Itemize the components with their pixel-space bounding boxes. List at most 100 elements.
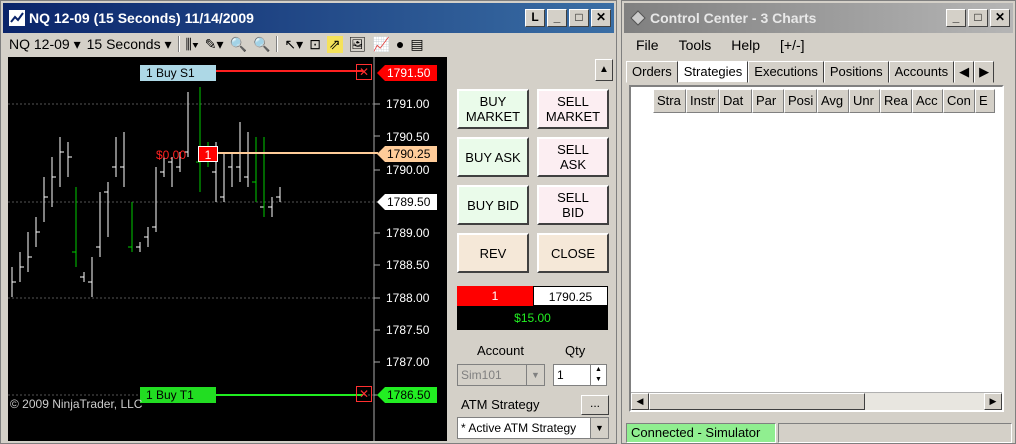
buy-bid-button[interactable]: BUY BID bbox=[457, 185, 529, 225]
link-button[interactable]: L bbox=[525, 9, 545, 27]
price-axis-label: 1790.50 bbox=[386, 130, 430, 144]
minimize-button[interactable]: _ bbox=[547, 9, 567, 27]
price-axis-label: 1789.00 bbox=[386, 226, 430, 240]
sell-ask-button[interactable]: SELL ASK bbox=[537, 137, 609, 177]
atm-strategy-label: ATM Strategy bbox=[461, 397, 540, 412]
position-qty-cell: 1 bbox=[457, 286, 533, 306]
atm-more-button[interactable]: ... bbox=[581, 395, 609, 415]
connection-status: Connected - Simulator bbox=[626, 423, 776, 443]
toolbar-separator bbox=[276, 36, 279, 52]
status-bar-panel bbox=[778, 423, 1012, 443]
qty-label: Qty bbox=[565, 343, 586, 358]
target-price-label: 1786.50 bbox=[377, 387, 437, 403]
draw-tool-icon[interactable]: ✎▾ bbox=[205, 36, 224, 53]
price-axis-label: 1791.00 bbox=[386, 97, 430, 111]
tab-scroll-right-icon[interactable]: ▶ bbox=[974, 61, 995, 83]
account-label: Account bbox=[477, 343, 524, 358]
close-button[interactable]: ✕ bbox=[591, 9, 611, 27]
stop-price-label: 1791.50 bbox=[377, 65, 437, 81]
menu-help[interactable]: Help bbox=[721, 35, 770, 55]
horizontal-scrollbar[interactable]: ◀ ▶ bbox=[631, 392, 1002, 410]
strategies-grid[interactable]: Stra Instr Dat Par Posi Avg Unr Rea Acc … bbox=[629, 85, 1004, 412]
position-price-label: 1790.25 bbox=[377, 146, 437, 162]
zoom-out-icon[interactable]: 🔍 bbox=[253, 36, 270, 53]
account-select[interactable]: Sim101 ▼ bbox=[457, 364, 545, 386]
col-header[interactable]: Acc bbox=[912, 89, 943, 113]
col-header[interactable]: E bbox=[975, 89, 995, 113]
position-pnl: $0.00 bbox=[156, 148, 187, 162]
minimize-button[interactable]: _ bbox=[946, 9, 966, 27]
chart-trader-icon[interactable]: ⇗ bbox=[326, 35, 343, 53]
scroll-right-icon[interactable]: ▶ bbox=[984, 393, 1002, 410]
price-bars bbox=[8, 57, 380, 441]
price-axis-label: 1788.00 bbox=[386, 291, 430, 305]
qty-spin-icon[interactable]: ▲ ▼ bbox=[590, 365, 606, 385]
period-selector[interactable]: 15 Seconds ▾ bbox=[87, 36, 172, 53]
buy-market-button[interactable]: BUY MARKET bbox=[457, 89, 529, 129]
col-header[interactable]: Rea bbox=[880, 89, 912, 113]
chart-trader-panel: ▲ BUY MARKET SELL MARKET BUY ASK SELL AS… bbox=[449, 57, 616, 441]
col-header[interactable]: Unr bbox=[849, 89, 880, 113]
zoom-in-icon[interactable]: 🔍 bbox=[230, 36, 247, 53]
col-header[interactable]: Instr bbox=[686, 89, 719, 113]
account-dropdown-icon[interactable]: ▼ bbox=[526, 365, 544, 385]
col-header[interactable]: Con bbox=[943, 89, 975, 113]
close-button[interactable]: ✕ bbox=[990, 9, 1010, 27]
atm-dropdown-icon[interactable]: ▼ bbox=[590, 418, 608, 438]
control-center-titlebar[interactable]: Control Center - 3 Charts _ □ ✕ bbox=[624, 3, 1013, 33]
tab-accounts[interactable]: Accounts bbox=[888, 61, 955, 83]
chart-app-icon bbox=[9, 10, 25, 26]
properties-icon[interactable]: 🖼 bbox=[349, 36, 367, 53]
sell-bid-button[interactable]: SELL BID bbox=[537, 185, 609, 225]
stop-order-tag[interactable]: 1 Buy S1 bbox=[140, 65, 216, 81]
col-header[interactable]: Posi bbox=[784, 89, 817, 113]
copyright-text: © 2009 NinjaTrader, LLC bbox=[10, 397, 143, 411]
scroll-thumb[interactable] bbox=[649, 393, 865, 410]
control-center-window: Control Center - 3 Charts _ □ ✕ File Too… bbox=[621, 0, 1016, 444]
cursor-icon[interactable]: ↖▾ bbox=[284, 36, 303, 53]
col-header[interactable]: Avg bbox=[817, 89, 849, 113]
maximize-button[interactable]: □ bbox=[569, 9, 589, 27]
control-center-tabs: Orders Strategies Executions Positions A… bbox=[626, 61, 1011, 83]
stop-cancel-icon[interactable]: ✕ bbox=[356, 64, 372, 80]
sell-market-button[interactable]: SELL MARKET bbox=[537, 89, 609, 129]
last-price-label: 1789.50 bbox=[377, 194, 437, 210]
target-order-tag[interactable]: 1 Buy T1 bbox=[140, 387, 216, 403]
close-position-button[interactable]: CLOSE bbox=[537, 233, 609, 273]
maximize-button[interactable]: □ bbox=[968, 9, 988, 27]
time-axis-label: 16:20 bbox=[173, 419, 204, 433]
col-header[interactable]: Stra bbox=[653, 89, 686, 113]
chart-window: NQ 12-09 (15 Seconds) 11/14/2009 L _ □ ✕… bbox=[0, 0, 617, 444]
chart-title: NQ 12-09 (15 Seconds) 11/14/2009 bbox=[29, 10, 254, 26]
tab-orders[interactable]: Orders bbox=[626, 61, 678, 83]
control-center-app-icon bbox=[630, 10, 646, 26]
reverse-button[interactable]: REV bbox=[457, 233, 529, 273]
bar-type-icon[interactable]: ⫼▾ bbox=[186, 36, 199, 53]
menu-tools[interactable]: Tools bbox=[669, 35, 722, 55]
chart-titlebar[interactable]: NQ 12-09 (15 Seconds) 11/14/2009 L _ □ ✕ bbox=[3, 3, 614, 33]
tab-executions[interactable]: Executions bbox=[748, 61, 824, 83]
target-cancel-icon[interactable]: ✕ bbox=[356, 386, 372, 402]
chart-toolbar: NQ 12-09 ▾ 15 Seconds ▾ ⫼▾ ✎▾ 🔍 🔍 ↖▾ ⊡ ⇗… bbox=[3, 33, 614, 55]
col-header[interactable]: Par bbox=[752, 89, 784, 113]
crosshair-icon[interactable]: ⊡ bbox=[309, 36, 321, 53]
menu-file[interactable]: File bbox=[626, 35, 669, 55]
strategies-icon[interactable]: ● bbox=[396, 36, 404, 52]
panel-scroll-up[interactable]: ▲ bbox=[595, 59, 613, 81]
qty-stepper[interactable]: 1 ▲ ▼ bbox=[553, 364, 607, 386]
tab-positions[interactable]: Positions bbox=[823, 61, 889, 83]
indicators-icon[interactable]: 📈 bbox=[372, 36, 389, 53]
data-box-icon[interactable]: ▤ bbox=[410, 36, 423, 53]
tab-strategies[interactable]: Strategies bbox=[677, 61, 749, 83]
col-header[interactable]: Dat bbox=[719, 89, 752, 113]
buy-ask-button[interactable]: BUY ASK bbox=[457, 137, 529, 177]
price-chart[interactable]: 1 Buy S1 ✕ 1791.50 $0.00 1 1790.25 1789.… bbox=[8, 57, 447, 441]
atm-strategy-select[interactable]: * Active ATM Strategy ▼ bbox=[457, 417, 609, 439]
unrealized-pnl: $15.00 bbox=[457, 306, 608, 330]
tab-scroll-left-icon[interactable]: ◀ bbox=[954, 61, 975, 83]
price-axis-label: 1787.00 bbox=[386, 355, 430, 369]
menu-toggle[interactable]: [+/-] bbox=[770, 35, 815, 55]
position-qty-tag[interactable]: 1 bbox=[198, 146, 218, 162]
scroll-left-icon[interactable]: ◀ bbox=[631, 393, 649, 410]
instrument-selector[interactable]: NQ 12-09 ▾ bbox=[9, 36, 81, 53]
